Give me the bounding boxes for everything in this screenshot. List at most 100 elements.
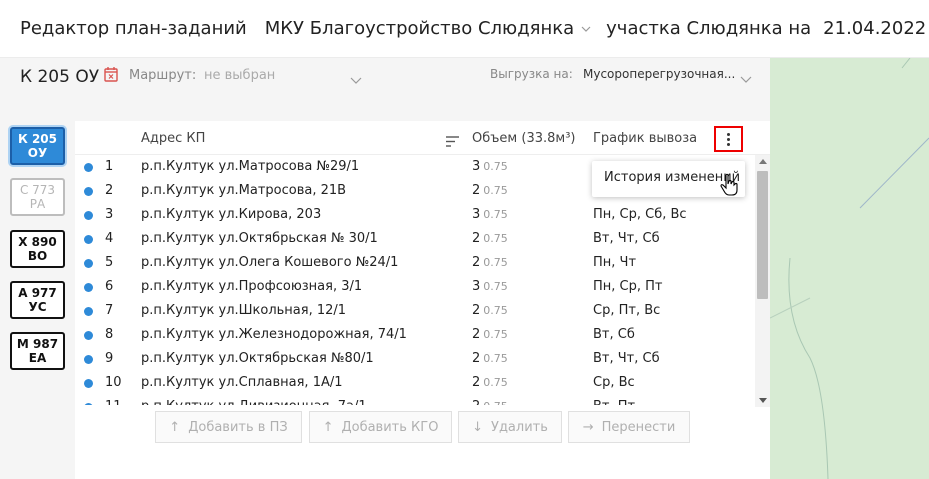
unload-select[interactable]: Мусороперегрузочная... xyxy=(583,67,735,81)
calendar-remove-icon[interactable] xyxy=(104,66,118,82)
scrollbar-thumb[interactable] xyxy=(757,171,768,299)
page-title: Редактор план-заданий xyxy=(20,18,247,39)
row-volume: 3 0.75 xyxy=(472,207,508,222)
arrow-right-icon: → xyxy=(582,419,594,435)
row-number: 6 xyxy=(105,279,114,294)
plate-line: С 773 xyxy=(19,183,56,197)
row-address: р.п.Култук ул.Матросова №29/1 xyxy=(141,159,360,174)
scrollbar[interactable] xyxy=(755,155,770,407)
status-dot xyxy=(84,283,93,292)
kebab-icon xyxy=(727,132,730,147)
row-volume: 20.75 xyxy=(472,327,508,342)
table-row[interactable]: 9 р.п.Култук ул.Октябрьская №80/1 2 0.75 Вт,… xyxy=(75,347,755,371)
row-schedule: Ср, Вс xyxy=(593,375,635,390)
status-dot xyxy=(84,211,93,220)
row-volume: 20.75 xyxy=(472,183,508,198)
add-to-plan-button[interactable]: ↑ Добавить в ПЗ xyxy=(155,411,302,443)
row-schedule: Пн, Чт xyxy=(593,255,637,270)
row-schedule: Вт, Чт, Сб xyxy=(593,351,660,366)
chevron-down-icon[interactable] xyxy=(740,69,752,88)
column-header-address[interactable]: Адрес КП xyxy=(141,131,205,146)
more-options-button[interactable] xyxy=(714,126,743,152)
scroll-down-arrow-icon[interactable] xyxy=(759,398,767,403)
row-container-volume: 0.75 xyxy=(483,256,508,269)
table-row[interactable]: 5 р.п.Култук ул.Олега Кошевого №24/1 2 0.75… xyxy=(75,251,755,275)
date-value[interactable]: 21.04.2022 xyxy=(823,18,926,39)
row-number: 3 xyxy=(105,207,114,222)
plate-line: Х 890 xyxy=(18,235,57,249)
vehicle-plate[interactable]: М 987 ЕА xyxy=(10,332,65,370)
vehicle-title: К 205 ОУ xyxy=(20,67,100,87)
sort-icon[interactable] xyxy=(446,132,459,151)
row-address: р.п.Култук ул.Профсоюзная, 3/1 xyxy=(141,279,363,294)
arrow-up-icon: ↑ xyxy=(169,419,181,435)
row-quantity: 3 xyxy=(472,207,481,222)
button-label: Удалить xyxy=(491,419,548,435)
unload-label: Выгрузка на: xyxy=(490,67,573,81)
table-header: Адрес КП Объем (33.8м³) График вывоза xyxy=(75,121,770,155)
row-schedule: Вт, Пт xyxy=(593,399,635,405)
table-row[interactable]: 7 р.п.Култук ул.Школьная, 12/1 2 0.75 Ср, Пт… xyxy=(75,299,755,323)
row-container-volume: 0.75 xyxy=(483,160,508,173)
vehicle-plate[interactable]: К 205 ОУ xyxy=(10,127,65,165)
row-number: 1 xyxy=(105,159,114,174)
row-container-volume: 0.75 xyxy=(483,208,508,221)
row-schedule: Ср, Пт, Вс xyxy=(593,303,661,318)
status-dot xyxy=(84,331,93,340)
delete-button[interactable]: ↓ Удалить xyxy=(458,411,562,443)
scroll-up-arrow-icon[interactable] xyxy=(759,159,767,164)
status-dot xyxy=(84,403,93,405)
plate-line: РА xyxy=(29,197,46,211)
status-dot xyxy=(84,259,93,268)
row-schedule: Пн, Ср, Пт xyxy=(593,279,663,294)
table-row[interactable]: 3 р.п.Култук ул.Кирова, 203 3 0.75 Пн, Ср, С… xyxy=(75,203,755,227)
table-row[interactable]: 8 р.п.Култук ул.Железнодорожная, 74/1 2 0.7… xyxy=(75,323,755,347)
row-volume: 20.75 xyxy=(472,399,508,405)
table-row[interactable]: 11 р.п.Култук ул.Дивизионная, 7а/1 20.75 Вт… xyxy=(75,395,755,405)
chevron-down-icon[interactable] xyxy=(580,23,592,35)
row-number: 7 xyxy=(105,303,114,318)
vehicle-plate[interactable]: А 977 УС xyxy=(10,281,65,319)
add-kgo-button[interactable]: ↑ Добавить КГО xyxy=(309,411,452,443)
row-container-volume: 0.75 xyxy=(483,184,508,197)
status-dot xyxy=(84,307,93,316)
organization-select[interactable]: МКУ Благоустройство Слюдянка xyxy=(265,18,574,39)
row-container-volume: 0.75 xyxy=(483,376,508,389)
table-row[interactable]: 6 р.п.Култук ул.Профсоюзная, 3/1 3 0.75 Пн, … xyxy=(75,275,755,299)
chevron-down-icon[interactable] xyxy=(350,70,362,89)
vehicle-plate[interactable]: Х 890 ВО xyxy=(10,230,65,268)
table-row[interactable]: 4 р.п.Култук ул.Октябрьская № 30/1 2 0.75 Вт… xyxy=(75,227,755,251)
table-row[interactable]: 10 р.п.Култук ул.Сплавная, 1А/1 2 0.75 Ср, В… xyxy=(75,371,755,395)
row-container-volume: 0.75 xyxy=(483,232,508,245)
row-volume: 20.75 xyxy=(472,375,508,390)
row-address: р.п.Култук ул.Октябрьская № 30/1 xyxy=(141,231,378,246)
plate-line: УС xyxy=(28,300,47,314)
row-volume: 20.75 xyxy=(472,303,508,318)
row-quantity: 2 xyxy=(472,351,481,366)
route-label: Маршрут: xyxy=(129,68,197,83)
transfer-button[interactable]: → Перенести xyxy=(568,411,690,443)
plate-line: ОУ xyxy=(27,146,48,160)
plate-line: М 987 xyxy=(16,337,59,351)
status-dot xyxy=(84,235,93,244)
route-select[interactable]: не выбран xyxy=(204,68,275,83)
plate-line: ВО xyxy=(27,249,48,263)
column-header-volume[interactable]: Объем (33.8м³) xyxy=(472,131,575,146)
plate-line: К 205 xyxy=(17,132,58,146)
row-number: 4 xyxy=(105,231,114,246)
column-header-schedule[interactable]: График вывоза xyxy=(593,131,697,146)
route-bar: К 205 ОУ Маршрут: не выбран Выгрузка на:… xyxy=(0,58,770,120)
status-dot xyxy=(84,355,93,364)
arrow-up-icon: ↑ xyxy=(322,419,334,435)
row-container-volume: 0.75 xyxy=(483,400,508,405)
button-label: Добавить КГО xyxy=(341,419,439,435)
row-quantity: 3 xyxy=(472,279,481,294)
vehicle-plate[interactable]: С 773 РА xyxy=(10,178,65,216)
status-dot xyxy=(84,379,93,388)
arrow-down-icon: ↓ xyxy=(472,419,484,435)
row-number: 10 xyxy=(105,375,122,390)
row-volume: 3 0.75 xyxy=(472,159,508,174)
map-view[interactable] xyxy=(770,58,929,479)
row-schedule: Пн, Ср, Сб, Вс xyxy=(593,207,687,222)
button-label: Перенести xyxy=(601,419,676,435)
